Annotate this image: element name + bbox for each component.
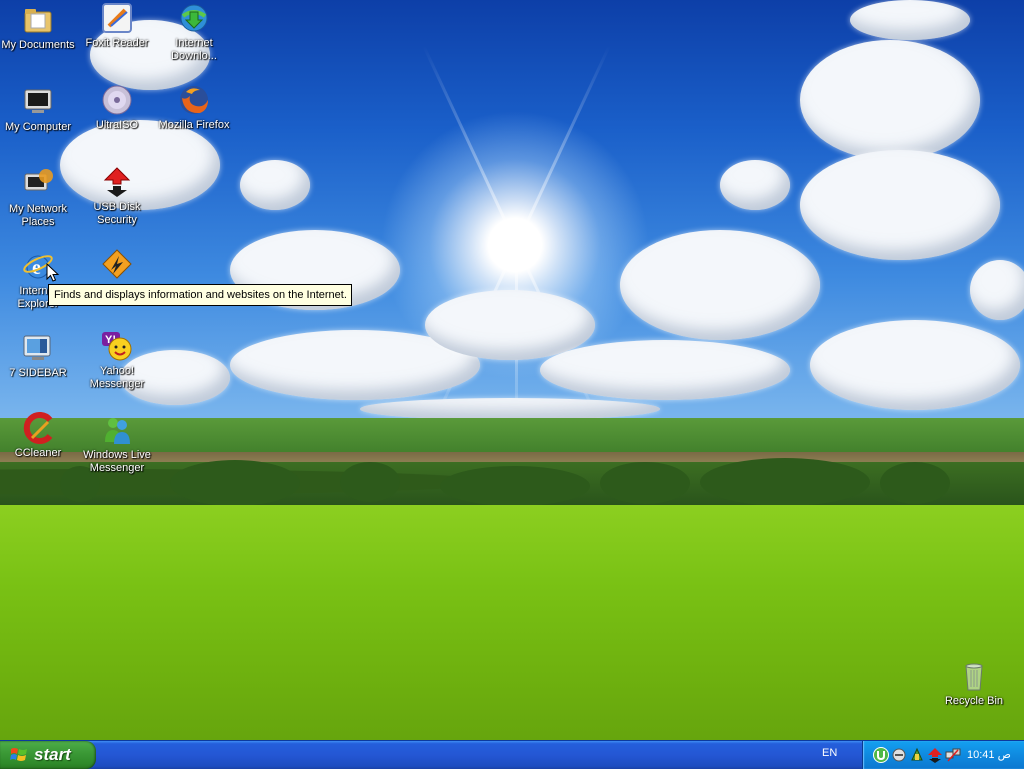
desktop-icon-label: Windows Live Messenger bbox=[83, 449, 151, 474]
desktop-icon-mozilla-firefox[interactable]: Mozilla Firefox bbox=[154, 84, 234, 132]
desktop-icon-recycle-bin[interactable]: Recycle Bin bbox=[934, 660, 1014, 708]
bush bbox=[440, 466, 590, 506]
bush bbox=[600, 462, 690, 504]
cloud bbox=[720, 160, 790, 210]
system-tray: 10:41 ص bbox=[862, 741, 1024, 769]
desktop-icon-label: UltraISO bbox=[95, 119, 139, 131]
recycle-bin-icon bbox=[958, 660, 990, 692]
desktop-icon-label: My Computer bbox=[4, 121, 72, 133]
cloud bbox=[810, 320, 1020, 410]
cloud bbox=[620, 230, 820, 340]
foxit-reader-icon bbox=[101, 2, 133, 34]
ccleaner-icon bbox=[22, 412, 54, 444]
desktop-icon-winamp[interactable] bbox=[77, 248, 157, 283]
firefox-icon bbox=[178, 84, 210, 116]
desktop-icon-7-sidebar[interactable]: 7 SIDEBAR bbox=[0, 332, 78, 380]
yahoo-messenger-icon: Y! bbox=[101, 330, 133, 362]
desktop-icon-label: Yahoo! Messenger bbox=[89, 365, 145, 390]
folder-icon bbox=[22, 4, 54, 36]
desktop-icon-windows-live-messenger[interactable]: Windows Live Messenger bbox=[77, 414, 157, 475]
connection-tray-icon[interactable] bbox=[945, 747, 961, 763]
desktop-icon-label: Internet Downlo... bbox=[171, 37, 217, 62]
desktop-icon-my-network-places[interactable]: My Network Places bbox=[0, 168, 78, 229]
bush bbox=[880, 462, 950, 504]
network-tray-icon[interactable] bbox=[909, 747, 925, 763]
status-icon[interactable] bbox=[891, 747, 907, 763]
clock[interactable]: 10:41 ص bbox=[967, 748, 1011, 761]
sidebar-icon bbox=[22, 332, 54, 364]
cloud bbox=[540, 340, 790, 400]
cloud bbox=[850, 0, 970, 40]
usb-security-icon bbox=[101, 166, 133, 198]
cloud bbox=[800, 150, 1000, 260]
desktop-icon-internet-download-manager[interactable]: Internet Downlo... bbox=[154, 2, 234, 63]
desktop-icon-my-documents[interactable]: My Documents bbox=[0, 4, 78, 52]
start-button[interactable]: start bbox=[0, 741, 96, 769]
desktop-icon-label: My Documents bbox=[1, 39, 75, 51]
bush bbox=[700, 458, 870, 506]
wallpaper-meadow bbox=[0, 505, 1024, 740]
computer-icon bbox=[22, 86, 54, 118]
desktop-icon-label: CCleaner bbox=[14, 447, 62, 459]
mouse-cursor-icon bbox=[46, 263, 60, 282]
desktop-icon-my-computer[interactable]: My Computer bbox=[0, 86, 78, 134]
cloud bbox=[800, 40, 980, 160]
tooltip: Finds and displays information and websi… bbox=[48, 284, 352, 306]
desktop-icon-ccleaner[interactable]: CCleaner bbox=[0, 412, 78, 460]
desktop-icon-yahoo-messenger[interactable]: Y! Yahoo! Messenger bbox=[77, 330, 157, 391]
bush bbox=[340, 462, 400, 502]
disc-icon bbox=[101, 84, 133, 116]
desktop-icon-label: Recycle Bin bbox=[944, 695, 1004, 707]
desktop-icon-label: My Network Places bbox=[8, 203, 68, 228]
usb-security-tray-icon[interactable] bbox=[927, 747, 943, 763]
language-indicator[interactable]: EN bbox=[822, 747, 837, 759]
desktop-icon-label: Foxit Reader bbox=[85, 37, 149, 49]
bush bbox=[170, 460, 300, 506]
cloud bbox=[970, 260, 1024, 320]
desktop-icon-usb-disk-security[interactable]: USB Disk Security bbox=[77, 166, 157, 227]
internet-download-manager-icon bbox=[178, 2, 210, 34]
desktop-icon-label: USB Disk Security bbox=[93, 201, 141, 226]
desktop-icon-foxit-reader[interactable]: Foxit Reader bbox=[77, 2, 157, 50]
desktop-icon-label: 7 SIDEBAR bbox=[9, 367, 67, 379]
windows-logo-icon bbox=[10, 748, 27, 761]
cloud bbox=[240, 160, 310, 210]
winamp-icon bbox=[101, 248, 133, 280]
network-icon bbox=[22, 168, 54, 200]
utorrent-icon[interactable] bbox=[873, 747, 889, 763]
cloud bbox=[360, 398, 660, 420]
taskbar: start EN 10:41 ص bbox=[0, 740, 1024, 769]
start-label: start bbox=[34, 745, 71, 764]
desktop-icon-ultraiso[interactable]: UltraISO bbox=[77, 84, 157, 132]
desktop-icon-label: Mozilla Firefox bbox=[158, 119, 230, 131]
live-messenger-icon bbox=[101, 414, 133, 446]
